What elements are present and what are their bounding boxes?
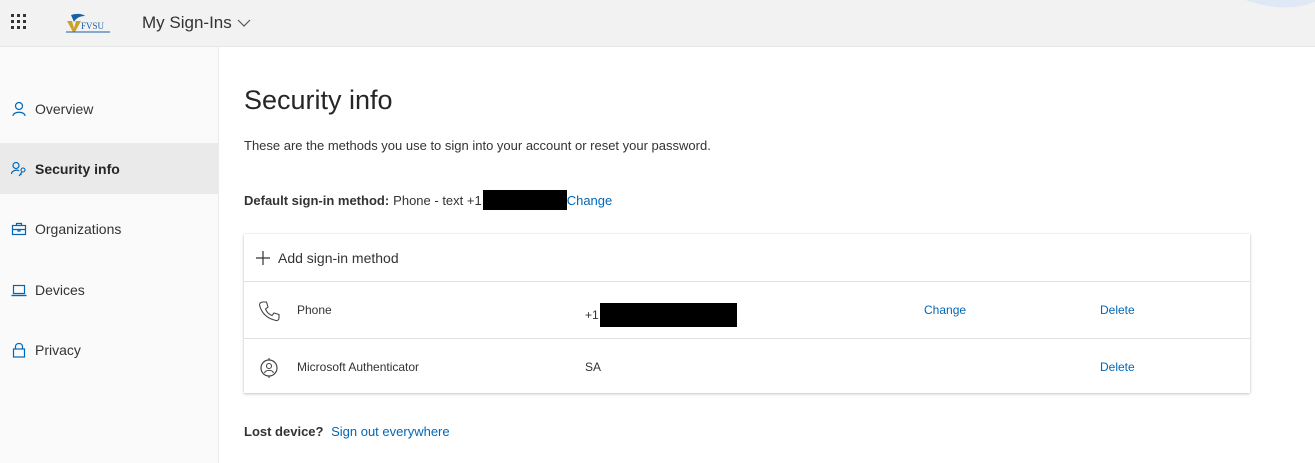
add-sign-in-method-button[interactable]: Add sign-in method	[244, 234, 1250, 282]
app-title: My Sign-Ins	[142, 13, 232, 32]
sidebar-item-devices[interactable]: Devices	[0, 264, 218, 315]
sidebar-item-organizations[interactable]: Organizations	[0, 203, 218, 254]
lost-device-label: Lost device?	[244, 424, 324, 439]
method-detail: SA	[585, 360, 602, 374]
sidebar-item-label: Privacy	[35, 341, 81, 358]
sidebar: Overview Security info Organizations Dev…	[0, 47, 219, 463]
method-detail-text: +1	[585, 308, 599, 322]
sidebar-item-label: Devices	[35, 281, 85, 298]
sidebar-item-label: Overview	[35, 100, 94, 117]
main-content: Security info These are the methods you …	[244, 47, 1314, 463]
plus-icon	[255, 250, 271, 266]
sidebar-item-privacy[interactable]: Privacy	[0, 324, 218, 375]
delete-method-link[interactable]: Delete	[1100, 303, 1135, 317]
sidebar-item-label: Security info	[35, 160, 120, 177]
redacted-phone-number	[482, 190, 567, 210]
key-person-icon	[11, 161, 27, 177]
sign-out-everywhere-link[interactable]: Sign out everywhere	[331, 424, 450, 439]
app-launcher-icon[interactable]	[11, 14, 27, 30]
method-detail: +1	[585, 303, 737, 327]
person-icon	[11, 101, 27, 117]
lost-device-row: Lost device? Sign out everywhere	[244, 424, 450, 439]
sidebar-item-overview[interactable]: Overview	[0, 83, 218, 134]
app-title-dropdown[interactable]: My Sign-Ins	[142, 13, 251, 33]
default-sign-in-method: Default sign-in method: Phone - text +1 …	[244, 190, 612, 210]
sidebar-item-security-info[interactable]: Security info	[0, 143, 218, 194]
redacted-phone-number	[599, 303, 737, 327]
change-default-method-link[interactable]: Change	[567, 193, 613, 208]
delete-method-link[interactable]: Delete	[1100, 360, 1135, 374]
top-bar: FVSU My Sign-Ins	[0, 0, 1315, 47]
authenticator-icon	[258, 357, 280, 379]
laptop-icon	[11, 282, 27, 298]
method-row-phone: Phone +1 Change Delete	[244, 282, 1250, 339]
phone-icon	[258, 300, 280, 322]
briefcase-icon	[11, 221, 27, 237]
chevron-down-icon	[237, 19, 251, 27]
lock-icon	[11, 342, 27, 358]
svg-text:FVSU: FVSU	[81, 21, 105, 31]
default-method-value: Phone - text +1	[393, 192, 482, 208]
page-subtitle: These are the methods you use to sign in…	[244, 138, 711, 153]
default-method-label: Default sign-in method:	[244, 192, 390, 208]
method-name: Phone	[297, 303, 332, 317]
organization-logo[interactable]: FVSU	[63, 12, 113, 34]
method-row-authenticator: Microsoft Authenticator SA Delete	[244, 339, 1250, 395]
decorative-arc	[1245, 0, 1315, 8]
page-title: Security info	[244, 85, 393, 115]
add-method-label: Add sign-in method	[278, 249, 399, 266]
method-name: Microsoft Authenticator	[297, 360, 420, 374]
change-method-link[interactable]: Change	[924, 303, 966, 317]
sign-in-methods-card: Add sign-in method Phone +1 Change Delet…	[244, 234, 1250, 393]
sidebar-item-label: Organizations	[35, 220, 122, 237]
